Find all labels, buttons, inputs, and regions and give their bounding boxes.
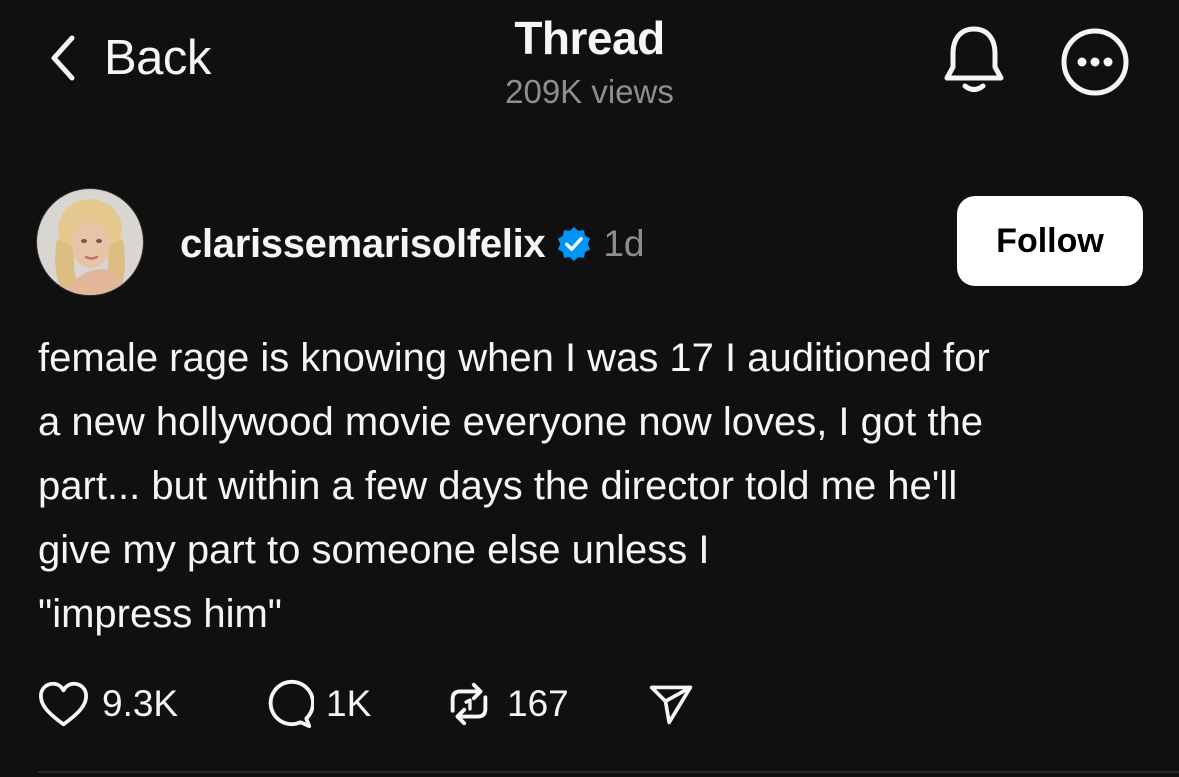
verified-badge-icon bbox=[558, 226, 591, 262]
send-icon bbox=[649, 685, 693, 725]
post-text: female rage is knowing when I was 17 I a… bbox=[38, 326, 1148, 646]
bell-icon[interactable] bbox=[941, 24, 1007, 96]
share-button[interactable] bbox=[648, 676, 694, 732]
more-icon[interactable] bbox=[1060, 27, 1130, 97]
repost-icon bbox=[450, 682, 488, 726]
comment-icon bbox=[268, 679, 314, 729]
username[interactable]: clarissemarisolfelix bbox=[180, 222, 546, 267]
author-row: clarissemarisolfelix 1d bbox=[180, 218, 645, 270]
post-text-line: "impress him" bbox=[38, 592, 282, 636]
post-text-line: a new hollywood movie everyone now loves… bbox=[38, 400, 983, 444]
reply-count: 1K bbox=[326, 683, 372, 724]
post-text-line: part... but within a few days the direct… bbox=[38, 464, 958, 508]
post-text-line: give my part to someone else unless I bbox=[38, 528, 710, 572]
repost-count: 167 bbox=[507, 683, 569, 724]
post-text-line: female rage is knowing when I was 17 I a… bbox=[38, 336, 990, 380]
heart-icon bbox=[38, 681, 88, 726]
like-count: 9.3K bbox=[102, 683, 179, 724]
avatar-photo bbox=[37, 189, 143, 295]
back-label: Back bbox=[104, 31, 211, 85]
like-button[interactable]: 9.3K bbox=[37, 676, 178, 732]
post-time: 1d bbox=[603, 223, 645, 264]
repost-button[interactable]: 167 bbox=[443, 676, 569, 732]
follow-button[interactable]: Follow bbox=[957, 196, 1143, 286]
divider bbox=[38, 771, 1179, 773]
reply-button[interactable]: 1K bbox=[262, 676, 371, 732]
back-button[interactable]: Back bbox=[46, 30, 211, 86]
chevron-left-icon bbox=[51, 35, 75, 81]
avatar[interactable] bbox=[36, 188, 144, 296]
